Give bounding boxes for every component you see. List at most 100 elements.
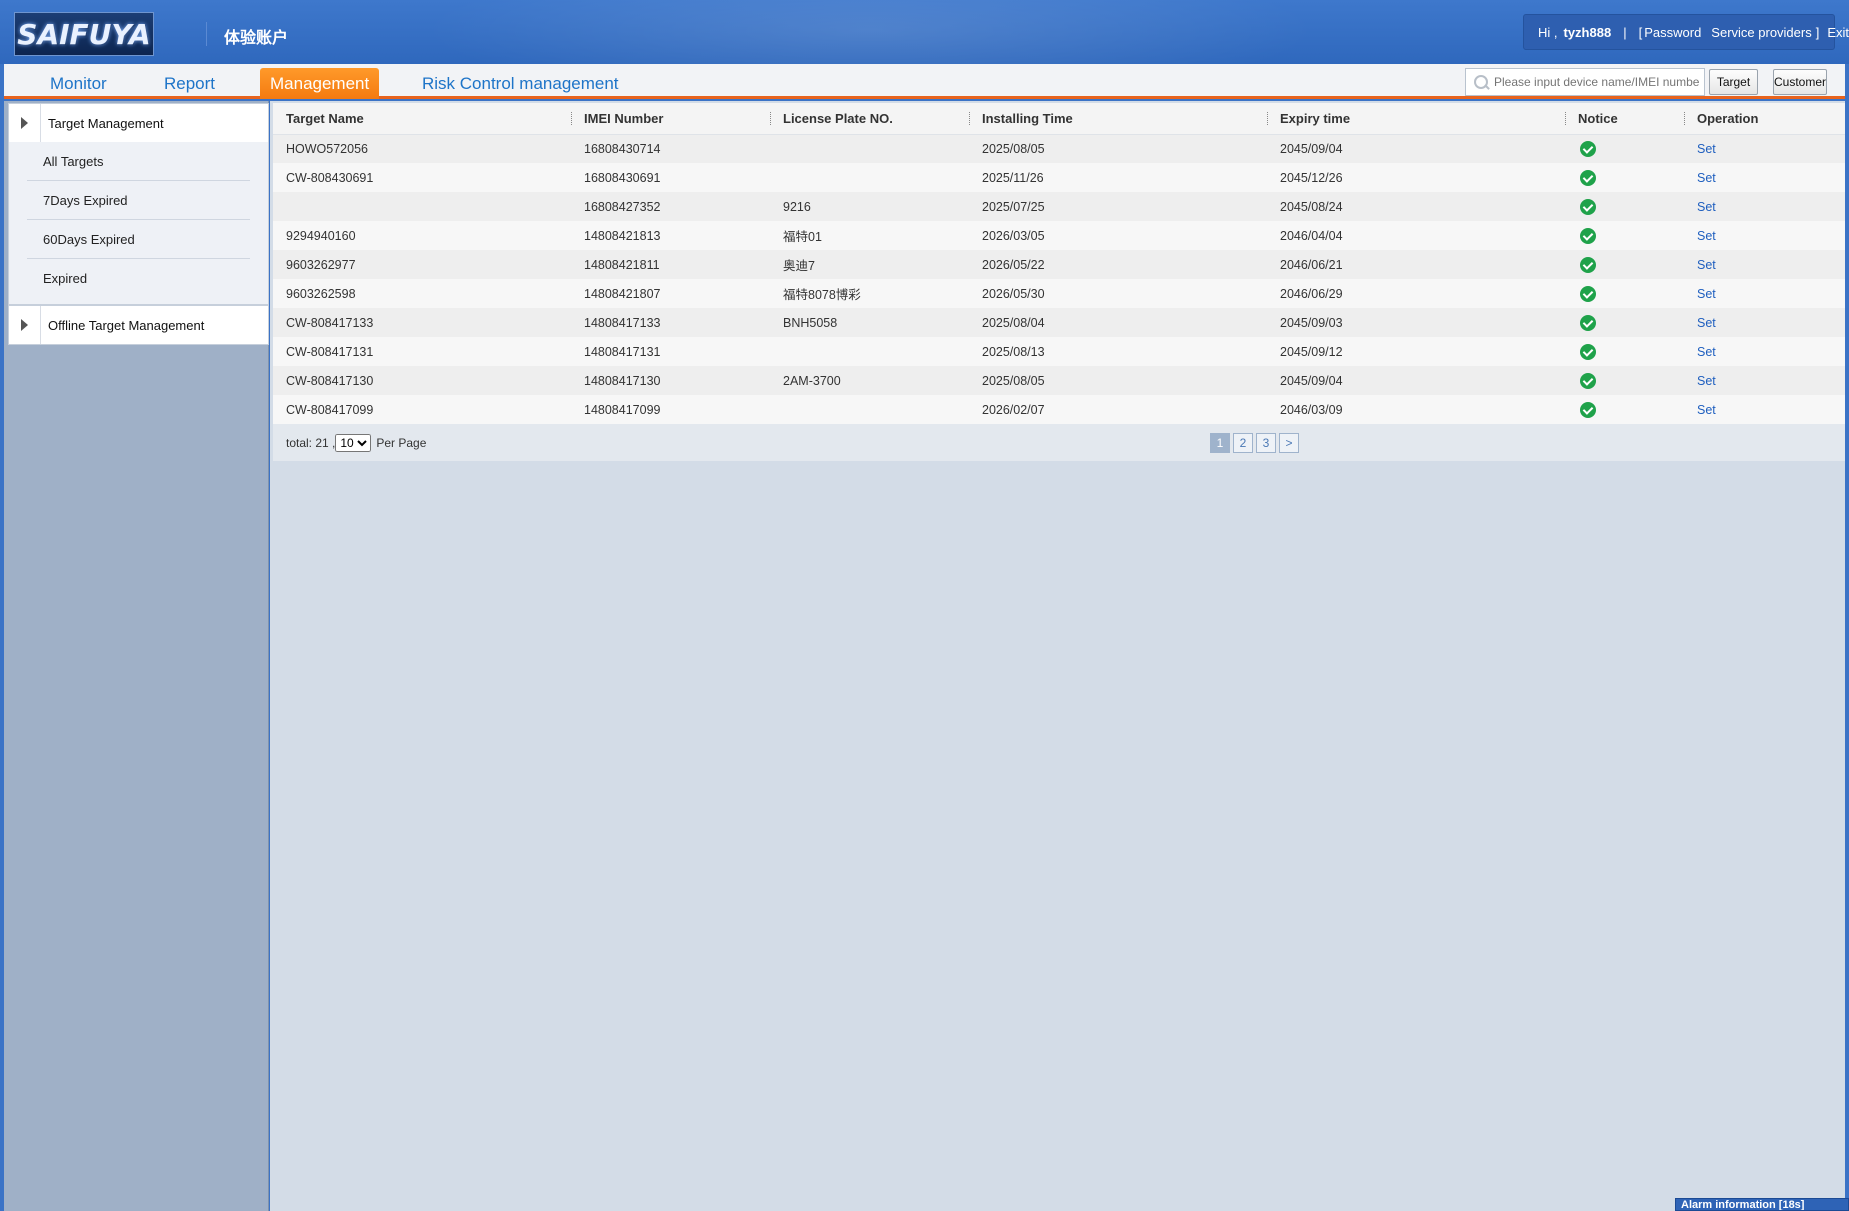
user-separator: |: [1623, 24, 1627, 40]
installing-time-cell: 2026/02/07: [969, 395, 1267, 424]
installing-time-cell: 2026/05/30: [969, 279, 1267, 308]
set-link[interactable]: Set: [1697, 171, 1716, 185]
sidebar-item-all-targets[interactable]: All Targets: [27, 142, 250, 181]
imei-cell: 14808417130: [571, 366, 770, 395]
alarm-information-bar[interactable]: Alarm information [18s]: [1675, 1198, 1849, 1211]
expiry-time-cell: 2045/09/03: [1267, 308, 1565, 337]
customer-button[interactable]: Customer: [1773, 69, 1827, 95]
check-circle-icon: [1580, 140, 1596, 157]
check-circle-icon: [1580, 256, 1596, 273]
col-target-name[interactable]: Target Name: [273, 103, 571, 135]
target-name-cell: HOWO572056: [273, 134, 571, 163]
plate-cell: 9216: [770, 192, 969, 221]
table-row[interactable]: CW-808417131 14808417131 2025/08/13 2045/09…: [273, 337, 1845, 366]
operation-cell: Set: [1684, 250, 1845, 279]
sidebar-item-expired[interactable]: Expired: [27, 259, 250, 298]
plate-cell: 奥迪7: [770, 250, 969, 279]
offline-target-header[interactable]: Offline Target Management: [9, 306, 268, 344]
set-link[interactable]: Set: [1697, 229, 1716, 243]
check-circle-icon: [1580, 169, 1596, 186]
table-row[interactable]: CW-808417130 14808417130 2AM-3700 2025/08/0…: [273, 366, 1845, 395]
imei-cell: 14808417099: [571, 395, 770, 424]
username: tyzh888: [1563, 24, 1612, 40]
plate-cell: [770, 163, 969, 192]
per-page-select[interactable]: 10: [335, 433, 372, 452]
table-row[interactable]: 16808427352 9216 2025/07/25 2045/08/24 Set: [273, 192, 1845, 221]
check-circle-icon: [1580, 227, 1596, 244]
target-name-cell: 9603262598: [273, 279, 571, 308]
notice-cell: [1565, 192, 1684, 221]
col-expiry-time[interactable]: Expiry time: [1267, 103, 1565, 135]
expiry-time-cell: 2045/09/04: [1267, 366, 1565, 395]
tab-monitor[interactable]: Monitor: [50, 68, 107, 99]
col-imei-number[interactable]: IMEI Number: [571, 103, 770, 135]
check-circle-icon: [1580, 372, 1596, 389]
expand-arrow-icon: [21, 319, 28, 331]
check-circle-icon: [1580, 285, 1596, 302]
set-link[interactable]: Set: [1697, 374, 1716, 388]
service-providers-link[interactable]: Service providers: [1711, 25, 1811, 40]
expiry-time-cell: 2045/09/04: [1267, 134, 1565, 163]
expand-arrow-icon: [21, 117, 28, 129]
col-license-plate[interactable]: License Plate NO.: [770, 103, 969, 135]
notice-cell: [1565, 308, 1684, 337]
page-1-button[interactable]: 1: [1210, 433, 1230, 453]
tab-report[interactable]: Report: [164, 68, 215, 99]
imei-cell: 14808417133: [571, 308, 770, 337]
check-circle-icon: [1580, 343, 1596, 360]
col-operation[interactable]: Operation: [1684, 103, 1845, 135]
exit-link[interactable]: Exit: [1827, 25, 1849, 40]
top-header: SAIFUYA 体验账户 Hi , tyzh888 | [ Password S…: [0, 0, 1849, 64]
notice-cell: [1565, 163, 1684, 192]
password-link[interactable]: Password: [1644, 25, 1701, 40]
target-management-header[interactable]: Target Management: [9, 104, 268, 142]
plate-cell: 福特8078博彩: [770, 279, 969, 308]
set-link[interactable]: Set: [1697, 258, 1716, 272]
table-row[interactable]: HOWO572056 16808430714 2025/08/05 2045/09/0…: [273, 134, 1845, 163]
col-installing-time[interactable]: Installing Time: [969, 103, 1267, 135]
table-row[interactable]: CW-808417099 14808417099 2026/02/07 2046/03…: [273, 395, 1845, 424]
table-row[interactable]: CW-808417133 14808417133 BNH5058 2025/08/04…: [273, 308, 1845, 337]
installing-time-cell: 2025/07/25: [969, 192, 1267, 221]
expiry-time-cell: 2045/08/24: [1267, 192, 1565, 221]
set-link[interactable]: Set: [1697, 403, 1716, 417]
page-3-button[interactable]: 3: [1256, 433, 1276, 453]
search-icon: [1466, 69, 1494, 95]
table-row[interactable]: 9294940160 14808421813 福特01 2026/03/05 2046/…: [273, 221, 1845, 250]
bracket-open: [: [1638, 24, 1643, 40]
col-notice[interactable]: Notice: [1565, 103, 1684, 135]
installing-time-cell: 2025/08/13: [969, 337, 1267, 366]
installing-time-cell: 2026/03/05: [969, 221, 1267, 250]
notice-cell: [1565, 134, 1684, 163]
header-divider: [206, 22, 207, 46]
target-name-cell: CW-808417130: [273, 366, 571, 395]
table-row[interactable]: 9603262598 14808421807 福特8078博彩 2026/05/30 2…: [273, 279, 1845, 308]
device-search-input[interactable]: [1494, 75, 1699, 89]
operation-cell: Set: [1684, 337, 1845, 366]
table-row[interactable]: CW-808430691 16808430691 2025/11/26 2045/12…: [273, 163, 1845, 192]
plate-cell: BNH5058: [770, 308, 969, 337]
table-row[interactable]: 9603262977 14808421811 奥迪7 2026/05/22 2046/0…: [273, 250, 1845, 279]
installing-time-cell: 2025/08/05: [969, 366, 1267, 395]
imei-cell: 16808430691: [571, 163, 770, 192]
plate-cell: [770, 337, 969, 366]
plate-cell: [770, 395, 969, 424]
target-name-cell: 9603262977: [273, 250, 571, 279]
set-link[interactable]: Set: [1697, 287, 1716, 301]
next-page-button[interactable]: >: [1279, 433, 1299, 453]
sidebar-item-7days-expired[interactable]: 7Days Expired: [27, 181, 250, 220]
set-link[interactable]: Set: [1697, 345, 1716, 359]
pagination: 1 2 3 >: [1210, 433, 1299, 453]
set-link[interactable]: Set: [1697, 316, 1716, 330]
set-link[interactable]: Set: [1697, 200, 1716, 214]
page-2-button[interactable]: 2: [1233, 433, 1253, 453]
saifuya-logo[interactable]: SAIFUYA: [14, 12, 154, 56]
sidebar-item-60days-expired[interactable]: 60Days Expired: [27, 220, 250, 259]
plate-cell: 2AM-3700: [770, 366, 969, 395]
target-filter-list: All Targets 7Days Expired 60Days Expired…: [9, 142, 268, 304]
target-name-cell: 9294940160: [273, 221, 571, 250]
target-button[interactable]: Target: [1709, 69, 1758, 95]
tab-management[interactable]: Management: [260, 68, 380, 99]
tab-risk-control[interactable]: Risk Control management: [422, 68, 619, 99]
set-link[interactable]: Set: [1697, 142, 1716, 156]
